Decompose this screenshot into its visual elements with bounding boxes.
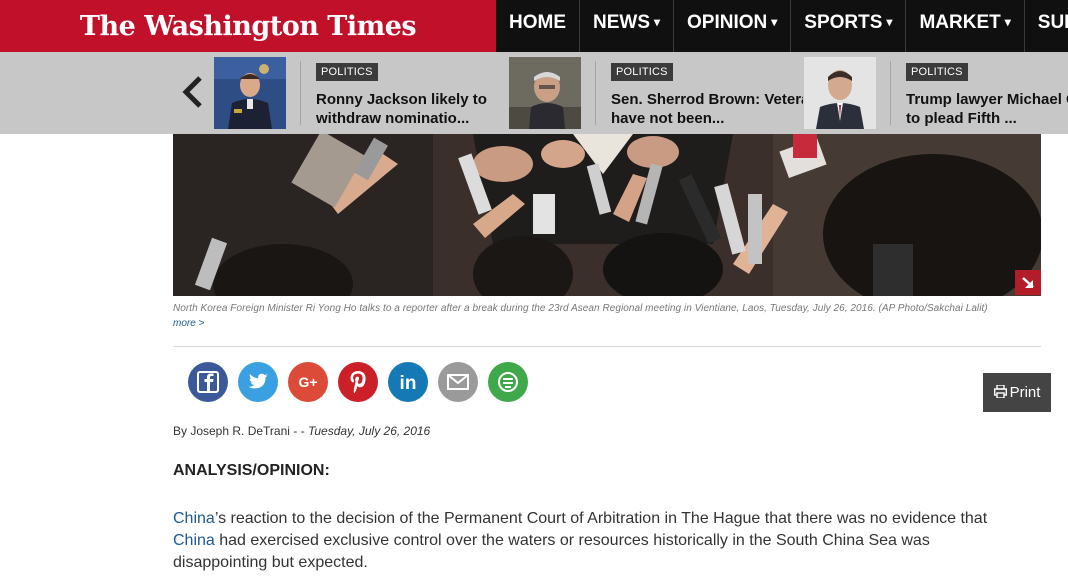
headline-line: Ronny Jackson likely to — [316, 91, 487, 108]
linkedin-icon[interactable]: in — [388, 362, 428, 402]
chevron-left-icon[interactable] — [178, 72, 208, 112]
card-divider — [595, 61, 596, 125]
print-label: Print — [1009, 384, 1041, 401]
main-nav: HOME NEWS▾ OPINION▾ SPORTS▾ MARKET▾ SUB — [496, 0, 1068, 52]
headline-line: withdraw nominatio... — [316, 110, 470, 127]
trending-card[interactable]: POLITICS Ronny Jackson likely to withdra… — [214, 57, 514, 129]
site-logo[interactable]: The Washington Times — [0, 0, 496, 52]
nav-sports-label: SPORTS — [804, 12, 883, 33]
headline-line: to plead Fifth ... — [906, 110, 1017, 127]
byline: By Joseph R. DeTrani - - Tuesday, July 2… — [173, 424, 430, 438]
headline-line: Trump lawyer Michael Co — [906, 91, 1068, 108]
nav-sports[interactable]: SPORTS ▾ — [791, 0, 907, 52]
more-share-icon[interactable] — [488, 362, 528, 402]
category-badge[interactable]: POLITICS — [611, 63, 673, 81]
trending-thumbnail[interactable] — [214, 57, 286, 129]
caret-down-icon: ▾ — [886, 15, 893, 29]
category-badge[interactable]: POLITICS — [316, 63, 378, 81]
nav-opinion[interactable]: OPINION ▾ — [674, 0, 792, 52]
svg-text:in: in — [400, 373, 417, 394]
trending-card[interactable]: POLITICS Sen. Sherrod Brown: Veterans ha… — [509, 57, 805, 129]
nav-news[interactable]: NEWS ▾ — [580, 0, 675, 52]
nav-home-label: HOME — [509, 12, 566, 33]
nav-subscribe[interactable]: SUB — [1025, 0, 1068, 52]
nav-home[interactable]: HOME — [496, 0, 580, 52]
card-divider — [300, 61, 301, 125]
trending-thumbnail[interactable] — [804, 57, 876, 129]
logo-text: The Washington Times — [79, 10, 417, 42]
caret-down-icon: ▾ — [771, 15, 778, 29]
article-photo[interactable] — [173, 134, 1041, 296]
trending-headline[interactable]: Sen. Sherrod Brown: Veterans have not be… — [611, 90, 803, 128]
section-label: ANALYSIS/OPINION: — [173, 462, 330, 479]
trending-headline[interactable]: Ronny Jackson likely to withdraw nominat… — [316, 90, 506, 128]
paragraph-text: disappointing but expected. — [173, 554, 368, 571]
nav-market[interactable]: MARKET ▾ — [906, 0, 1025, 52]
byline-date: Tuesday, July 26, 2016 — [307, 424, 431, 438]
paragraph-text: had exercised exclusive control over the… — [214, 532, 930, 549]
pinterest-icon[interactable] — [338, 362, 378, 402]
svg-text:G+: G+ — [298, 374, 317, 390]
byline-author: By Joseph R. DeTrani - - — [173, 424, 308, 438]
nav-opinion-label: OPINION — [687, 12, 768, 33]
nav-market-label: MARKET — [919, 12, 1001, 33]
expand-arrow-icon[interactable] — [1015, 270, 1041, 295]
caret-down-icon: ▾ — [1004, 15, 1011, 29]
nav-news-label: NEWS — [593, 12, 650, 33]
headline-line: Sen. Sherrod Brown: Veterans — [611, 91, 803, 108]
site-header: The Washington Times HOME NEWS ▾ OPINION ▾… — [0, 0, 1068, 52]
caption-more-link[interactable]: more > — [173, 318, 204, 329]
paragraph-text: ’s reaction to the decision of the Perma… — [214, 510, 988, 527]
google-plus-icon[interactable]: G+ — [288, 362, 328, 402]
print-button[interactable]: Print — [983, 373, 1051, 412]
headline-line: have not been... — [611, 110, 725, 127]
trending-headline[interactable]: Trump lawyer Michael Co to plead Fifth .… — [906, 90, 1068, 128]
twitter-icon[interactable] — [238, 362, 278, 402]
topic-link-china[interactable]: China — [173, 532, 215, 549]
article-paragraph: China’s reaction to the decision of the … — [173, 508, 1043, 574]
topic-link-china[interactable]: China — [173, 510, 215, 527]
card-divider — [890, 61, 891, 125]
nav-subscribe-label: SUB — [1037, 12, 1068, 33]
category-badge[interactable]: POLITICS — [906, 63, 968, 81]
divider — [173, 346, 1041, 347]
email-icon[interactable] — [438, 362, 478, 402]
caret-down-icon: ▾ — [654, 15, 661, 29]
facebook-icon[interactable] — [188, 362, 228, 402]
photo-caption: North Korea Foreign Minister Ri Yong Ho … — [173, 303, 988, 314]
printer-icon — [993, 384, 1007, 399]
trending-strip: POLITICS Ronny Jackson likely to withdra… — [0, 52, 1068, 134]
trending-thumbnail[interactable] — [509, 57, 581, 129]
trending-card[interactable]: POLITICS Trump lawyer Michael Co to plea… — [804, 57, 1068, 129]
